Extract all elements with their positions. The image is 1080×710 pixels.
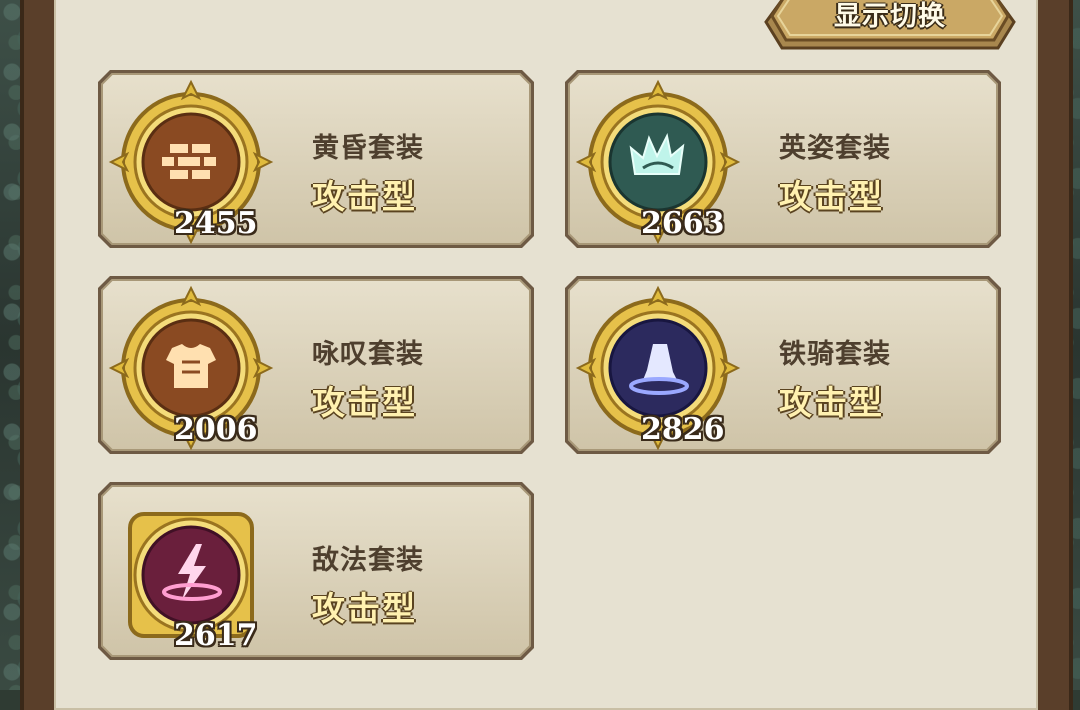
set-name: 铁骑套装 bbox=[779, 339, 891, 370]
set-score: 2455 bbox=[174, 206, 258, 241]
set-type: 攻击型 bbox=[312, 589, 417, 628]
set-card-iron-cavalry[interactable]: 铁骑套装 攻击型 2826 bbox=[563, 274, 1003, 456]
set-score: 2617 bbox=[174, 618, 258, 653]
set-card-antimage[interactable]: 敌法套装 攻击型 2617 bbox=[96, 480, 536, 662]
set-score: 2826 bbox=[641, 412, 725, 447]
set-score: 2663 bbox=[641, 206, 725, 241]
set-name: 黄昏套装 bbox=[312, 133, 424, 164]
set-score: 2006 bbox=[174, 412, 258, 447]
set-name: 敌法套装 bbox=[312, 545, 424, 576]
set-type: 攻击型 bbox=[779, 383, 884, 422]
toggle-label: 显示切换 bbox=[834, 1, 946, 32]
set-type: 攻击型 bbox=[312, 177, 417, 216]
set-type: 攻击型 bbox=[312, 383, 417, 422]
set-type: 攻击型 bbox=[779, 177, 884, 216]
set-card-valor[interactable]: 英姿套装 攻击型 2663 bbox=[563, 68, 1003, 250]
set-card-aria[interactable]: 咏叹套装 攻击型 2006 bbox=[96, 274, 536, 456]
set-name: 英姿套装 bbox=[779, 133, 891, 164]
set-card-dusk[interactable]: 黄昏套装 攻击型 2455 bbox=[96, 68, 536, 250]
display-toggle-button[interactable]: 显示切换 bbox=[764, 0, 1016, 54]
set-name: 咏叹套装 bbox=[312, 339, 424, 370]
